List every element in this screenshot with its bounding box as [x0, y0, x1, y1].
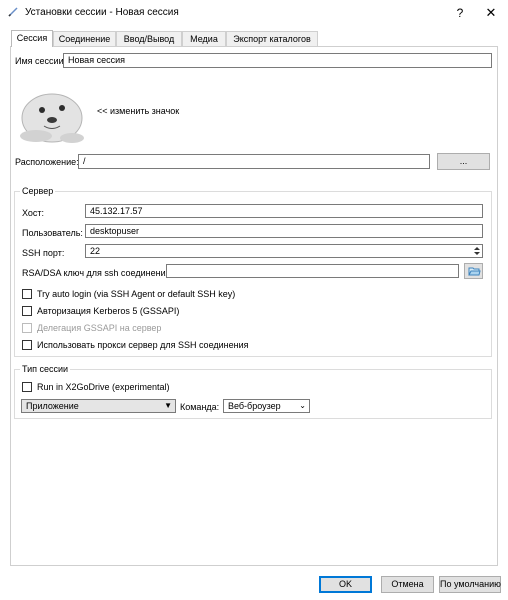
seal-mascot-icon[interactable] — [14, 78, 90, 146]
tab-connection[interactable]: Соединение — [53, 31, 116, 46]
location-input[interactable]: / — [78, 154, 430, 169]
browse-location-button[interactable]: ... — [437, 153, 490, 170]
kerberos-label: Авторизация Kerberos 5 (GSSAPI) — [37, 306, 180, 316]
close-button[interactable]: ✕ — [478, 3, 504, 23]
chevron-down-icon: ⌄ — [299, 401, 306, 410]
browse-key-button[interactable] — [464, 263, 483, 279]
session-name-input[interactable]: Новая сессия — [63, 53, 492, 68]
x2godrive-checkbox[interactable] — [22, 382, 32, 392]
server-group-title: Сервер — [20, 186, 56, 196]
folder-open-icon — [468, 267, 481, 276]
tab-export-dirs[interactable]: Экспорт каталогов — [226, 31, 318, 46]
ssh-port-spinbox[interactable]: 22 — [85, 244, 483, 258]
pen-icon — [8, 7, 18, 17]
kerberos-checkbox[interactable] — [22, 306, 32, 316]
cancel-button[interactable]: Отмена — [381, 576, 434, 593]
session-name-label: Имя сессии: — [15, 56, 67, 66]
window-title: Установки сессии - Новая сессия — [25, 7, 179, 18]
tab-io[interactable]: Ввод/Вывод — [116, 31, 182, 46]
spinner-arrows-icon[interactable] — [473, 246, 481, 256]
tab-media[interactable]: Медиа — [182, 31, 226, 46]
user-label: Пользователь: — [22, 228, 83, 238]
ssh-proxy-label: Использовать прокси сервер для SSH соеди… — [37, 340, 249, 350]
ssh-proxy-checkbox[interactable] — [22, 340, 32, 350]
session-type-value: Приложение — [26, 401, 79, 411]
help-button[interactable]: ? — [448, 3, 472, 23]
tab-session[interactable]: Сессия — [11, 30, 53, 47]
gssapi-delegation-label: Делегация GSSAPI на сервер — [37, 323, 162, 333]
ssh-port-value: 22 — [90, 246, 101, 256]
host-input[interactable]: 45.132.17.57 — [85, 204, 483, 218]
command-label: Команда: — [180, 402, 220, 412]
change-icon-link[interactable]: << изменить значок — [97, 106, 179, 116]
session-type-group-title: Тип сессии — [20, 364, 71, 374]
ssh-key-label: RSA/DSA ключ для ssh соединения: — [22, 268, 173, 278]
auto-login-checkbox[interactable] — [22, 289, 32, 299]
chevron-down-icon: ▼ — [164, 401, 172, 410]
gssapi-delegation-checkbox — [22, 323, 32, 333]
user-input[interactable]: desktopuser — [85, 224, 483, 238]
title-bar: Установки сессии - Новая сессия ? ✕ — [0, 0, 508, 26]
command-select[interactable]: Веб-броузер ⌄ — [223, 399, 310, 413]
host-label: Хост: — [22, 208, 45, 218]
location-label: Расположение: — [15, 157, 79, 167]
ok-button[interactable]: OK — [319, 576, 372, 593]
session-type-select[interactable]: Приложение ▼ — [21, 399, 176, 413]
x2godrive-label: Run in X2GoDrive (experimental) — [37, 382, 170, 392]
command-value: Веб-броузер — [228, 401, 281, 411]
ssh-port-label: SSH порт: — [22, 248, 65, 258]
auto-login-label: Try auto login (via SSH Agent or default… — [37, 289, 236, 299]
restore-defaults-button[interactable]: По умолчанию — [439, 576, 501, 593]
ssh-key-input[interactable] — [166, 264, 459, 278]
